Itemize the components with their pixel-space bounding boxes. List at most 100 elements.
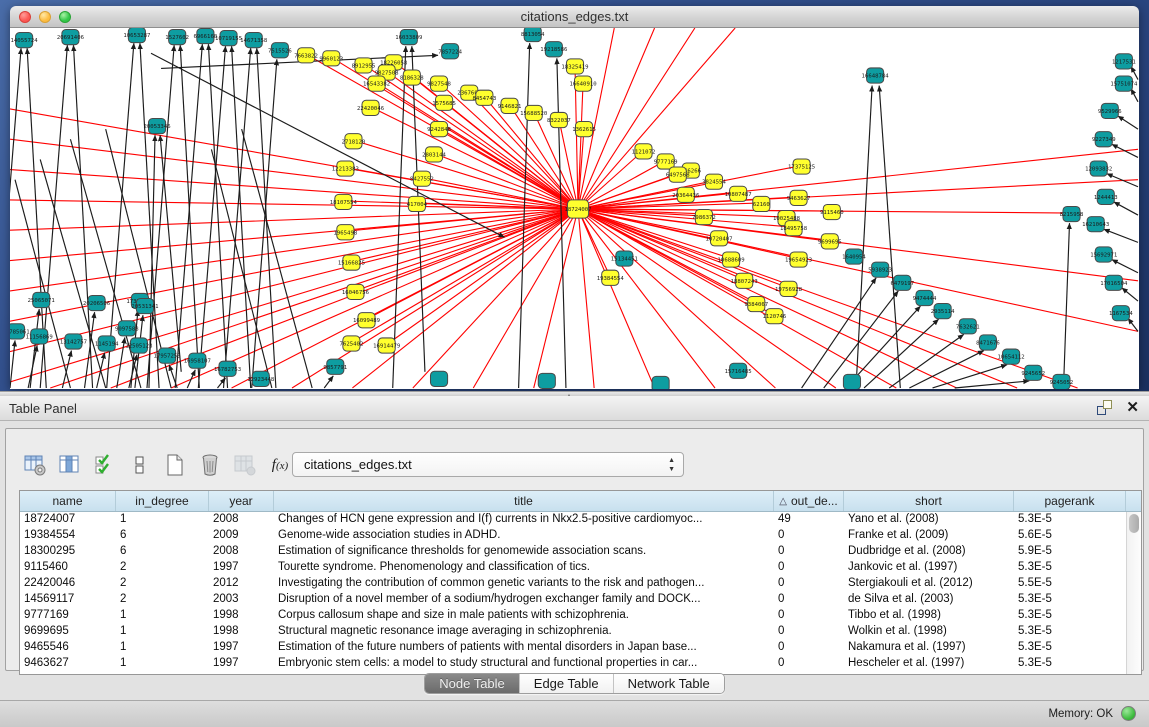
edge[interactable]: [232, 46, 251, 388]
selected-edge[interactable]: [578, 209, 715, 388]
edge[interactable]: [802, 278, 877, 388]
network-node[interactable]: 5938923: [868, 262, 892, 277]
network-node[interactable]: [430, 371, 447, 386]
column-header-short[interactable]: short: [844, 491, 1014, 511]
delete-icon[interactable]: [195, 451, 225, 479]
network-node[interactable]: 20691406: [57, 30, 85, 45]
selected-network-node[interactable]: 19384554: [597, 270, 625, 285]
table-row[interactable]: 1938455462009Genome-wide association stu…: [20, 528, 1126, 544]
network-node[interactable]: 16958107: [184, 353, 211, 368]
scrollbar-thumb[interactable]: [1129, 514, 1139, 533]
selected-network-node[interactable]: 62160: [753, 196, 771, 211]
table-row[interactable]: 946362711997Embryonic stem cells: a mode…: [20, 656, 1126, 672]
network-node[interactable]: 8215958: [1060, 206, 1084, 221]
selected-network-node[interactable]: 10688609: [718, 252, 746, 267]
network-node[interactable]: 10654112: [998, 349, 1025, 364]
selected-network-node[interactable]: 16099489: [353, 313, 381, 328]
selected-network-node[interactable]: 7986372: [692, 210, 716, 225]
edge[interactable]: [1112, 260, 1138, 273]
network-node[interactable]: 1217531: [1112, 54, 1136, 69]
select-columns-icon[interactable]: [90, 451, 120, 479]
selected-network-node[interactable]: 16046756: [342, 284, 370, 299]
show-columns-icon[interactable]: [55, 451, 85, 479]
network-node[interactable]: 9474444: [913, 290, 937, 305]
network-node[interactable]: 16033809: [395, 30, 423, 45]
close-panel-icon[interactable]: ✕: [1126, 400, 1139, 415]
selected-network-node[interactable]: 9115460: [820, 204, 844, 219]
table-selector-dropdown[interactable]: citations_edges.txt ▲▼: [292, 452, 684, 477]
network-canvas[interactable]: 1405572420691406106532871527602696616010…: [10, 28, 1139, 389]
selected-network-node[interactable]: 17375125: [788, 159, 815, 174]
network-node[interactable]: 10653287: [123, 28, 150, 43]
selected-edge[interactable]: [10, 200, 578, 209]
selected-network-node[interactable]: 417004: [407, 196, 428, 211]
rows-icon[interactable]: [125, 451, 155, 479]
selected-edge[interactable]: [578, 209, 594, 388]
import-table-icon[interactable]: [230, 451, 260, 479]
edge[interactable]: [909, 351, 984, 388]
selected-network-node[interactable]: 2718120: [342, 134, 366, 149]
float-panel-icon[interactable]: [1097, 400, 1112, 415]
table-row[interactable]: 911546021997Tourette syndrome. Phenomeno…: [20, 560, 1126, 576]
selected-edge[interactable]: [578, 209, 774, 315]
edge[interactable]: [1112, 144, 1138, 157]
table-row[interactable]: 1872400712008Changes of HCN gene express…: [20, 512, 1126, 528]
network-node[interactable]: 16782753: [214, 361, 241, 376]
network-node[interactable]: 16648784: [862, 68, 890, 83]
edge[interactable]: [151, 53, 505, 237]
selected-network-node[interactable]: 7625402: [340, 336, 364, 351]
network-node[interactable]: 25065071: [28, 292, 56, 307]
table-row[interactable]: 2242004622012Investigating the contribut…: [20, 576, 1126, 592]
network-node[interactable]: 7857224: [438, 44, 462, 59]
selected-edge[interactable]: [578, 28, 655, 209]
table-row[interactable]: 946554611997Estimation of the future num…: [20, 640, 1126, 656]
network-node[interactable]: [652, 376, 669, 389]
selected-network-node[interactable]: 8454743: [472, 90, 496, 105]
function-builder-icon[interactable]: f(x): [265, 451, 295, 479]
table-row[interactable]: 977716911998Corpus callosum shape and si…: [20, 608, 1126, 624]
network-node[interactable]: 7515526: [268, 43, 292, 58]
selected-network-node[interactable]: 9463627: [787, 190, 811, 205]
column-header-name[interactable]: name: [20, 491, 116, 511]
column-header-year[interactable]: year: [209, 491, 274, 511]
selected-network-node[interactable]: 12213383: [332, 161, 359, 176]
edge[interactable]: [324, 376, 333, 388]
window-titlebar[interactable]: citations_edges.txt: [10, 6, 1139, 28]
selected-network-node[interactable]: 2803144: [422, 147, 446, 162]
table-row[interactable]: 1456911722003Disruption of a novel membe…: [20, 592, 1126, 608]
selected-network-node[interactable]: 8322037: [547, 112, 571, 127]
network-node[interactable]: 9857791: [323, 359, 347, 374]
selected-network-node[interactable]: 8427552: [410, 171, 434, 186]
selected-network-node[interactable]: 10720407: [705, 231, 732, 246]
selected-network-node[interactable]: 22420046: [357, 100, 385, 115]
edge[interactable]: [208, 44, 227, 388]
selected-edge[interactable]: [413, 209, 578, 388]
edge[interactable]: [1104, 229, 1138, 242]
edge[interactable]: [242, 129, 312, 388]
selected-network-node[interactable]: 15688520: [520, 105, 548, 120]
network-node[interactable]: 14671358: [240, 33, 268, 48]
network-node[interactable]: 9245652: [1021, 365, 1045, 380]
edge[interactable]: [224, 48, 251, 388]
network-node[interactable]: [538, 373, 555, 388]
edge[interactable]: [955, 381, 1030, 388]
table-row[interactable]: 1830029562008Estimation of significance …: [20, 544, 1126, 560]
selected-edge[interactable]: [10, 209, 578, 291]
edge[interactable]: [1131, 89, 1138, 102]
selected-network-node[interactable]: 3824554: [702, 174, 726, 189]
selected-network-node[interactable]: 9827548: [427, 76, 451, 91]
selected-network-node[interactable]: 16640910: [570, 76, 598, 91]
selected-edge[interactable]: [10, 139, 578, 209]
network-node[interactable]: 19218586: [540, 42, 568, 57]
network-node[interactable]: 1527602: [165, 30, 189, 45]
selected-edge[interactable]: [578, 209, 775, 388]
selected-edge[interactable]: [10, 209, 578, 352]
selected-network-node[interactable]: 18724007: [564, 200, 591, 218]
network-node[interactable]: 8813054: [521, 28, 545, 42]
network-node[interactable]: 15134451: [611, 251, 639, 266]
edge[interactable]: [1118, 116, 1138, 129]
selected-network-node[interactable]: 9384067: [744, 296, 768, 311]
selected-network-node[interactable]: 18325419: [561, 59, 589, 74]
selected-network-node[interactable]: 1575685: [432, 95, 456, 110]
tab-network-table[interactable]: Network Table: [614, 674, 724, 693]
